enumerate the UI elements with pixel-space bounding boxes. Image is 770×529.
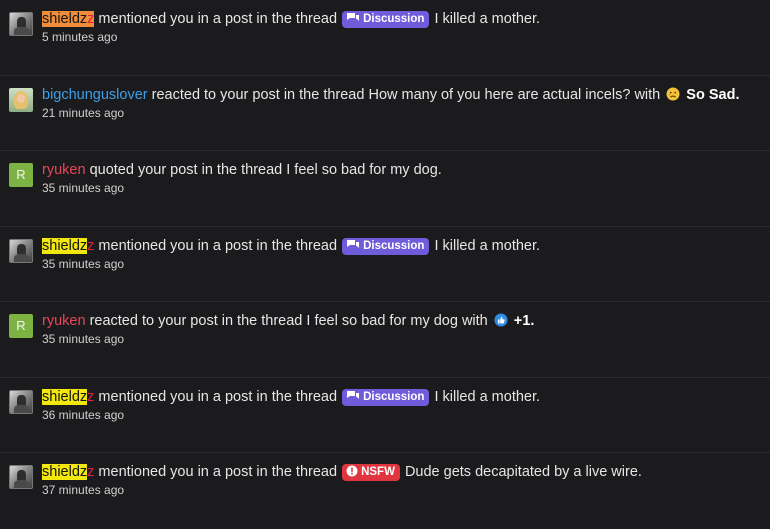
username-link[interactable]: shieldzz [42,11,95,27]
username-link[interactable]: ryuken [42,162,86,178]
timestamp: 35 minutes ago [42,181,125,195]
timestamp: 21 minutes ago [42,105,125,120]
avatar[interactable] [9,389,33,414]
username-link[interactable]: bigchunguslover [42,87,148,103]
notification-text: shieldzz mentioned you in a post in the … [42,462,642,482]
avatar[interactable] [9,465,33,489]
timestamp: 5 minutes ago [42,30,118,44]
reaction-label: +1. [513,313,535,329]
notification-item[interactable]: R ryuken quoted your post in the thread … [0,151,770,227]
timestamp: 36 minutes ago [42,407,125,422]
notification-text: ryuken reacted to your post in the threa… [42,311,534,331]
notification-item[interactable]: R ryuken reacted to your post in the thr… [0,302,770,378]
chat-bubbles-icon [347,390,360,399]
notification-text: shieldzz mentioned you in a post in the … [42,387,540,407]
action-text: mentioned you in a post in the thread [98,237,338,254]
prefix-label: Discussion [363,390,425,403]
notification-item[interactable]: shieldzz mentioned you in a post in the … [0,378,770,453]
avatar[interactable] [9,87,33,112]
username-link[interactable]: shieldzz [42,388,94,405]
thread-prefix-badge[interactable]: Discussion [342,237,430,255]
chat-bubbles-icon [347,239,360,248]
avatar[interactable] [9,12,33,36]
thumbs-up-icon [494,313,508,327]
username-link[interactable]: ryuken [42,313,86,329]
avatar[interactable] [9,238,33,263]
action-text: reacted to your post in the thread How m… [151,86,661,103]
sad-face-icon [666,87,680,100]
notification-text: shieldzz mentioned you in a post in the … [42,236,540,256]
thread-title-link[interactable]: I killed a mother. [434,389,540,405]
username-link[interactable]: shieldzz [42,237,94,254]
action-text: quoted your post in the thread I feel so… [89,162,442,178]
timestamp: 35 minutes ago [42,332,125,346]
notification-item[interactable]: bigchunguslover reacted to your post in … [0,76,770,151]
thread-prefix-badge[interactable]: NSFW [342,464,400,481]
notification-text: ryuken quoted your post in the thread I … [42,160,442,180]
prefix-label: Discussion [363,239,425,252]
notification-item[interactable]: shieldzz mentioned you in a post in the … [0,453,770,529]
thread-prefix-badge[interactable]: Discussion [342,388,430,406]
reaction-label: So Sad. [686,86,740,103]
avatar[interactable]: R [9,163,33,187]
thread-title-link[interactable]: I killed a mother. [434,11,540,27]
thread-title-link[interactable]: I killed a mother. [434,238,540,254]
alert-icon [346,465,358,477]
timestamp: 37 minutes ago [42,483,125,497]
thread-title-link[interactable]: Dude gets decapitated by a live wire. [405,464,642,480]
thread-prefix-badge[interactable]: Discussion [342,11,430,28]
notification-list: shieldzz mentioned you in a post in the … [0,0,770,529]
chat-bubbles-icon [347,13,360,21]
action-text: mentioned you in a post in the thread [98,464,338,480]
notification-text: bigchunguslover reacted to your post in … [42,85,739,105]
username-link[interactable]: shieldzz [42,464,94,480]
avatar[interactable]: R [9,314,33,338]
notification-item[interactable]: shieldzz mentioned you in a post in the … [0,227,770,302]
prefix-label: Discussion [363,13,425,25]
action-text: mentioned you in a post in the thread [98,388,338,405]
prefix-label: NSFW [361,466,395,478]
action-text: mentioned you in a post in the thread [98,11,338,27]
timestamp: 35 minutes ago [42,256,125,271]
action-text: reacted to your post in the thread I fee… [89,313,488,329]
notification-item[interactable]: shieldzz mentioned you in a post in the … [0,0,770,76]
notification-text: shieldzz mentioned you in a post in the … [42,9,540,29]
